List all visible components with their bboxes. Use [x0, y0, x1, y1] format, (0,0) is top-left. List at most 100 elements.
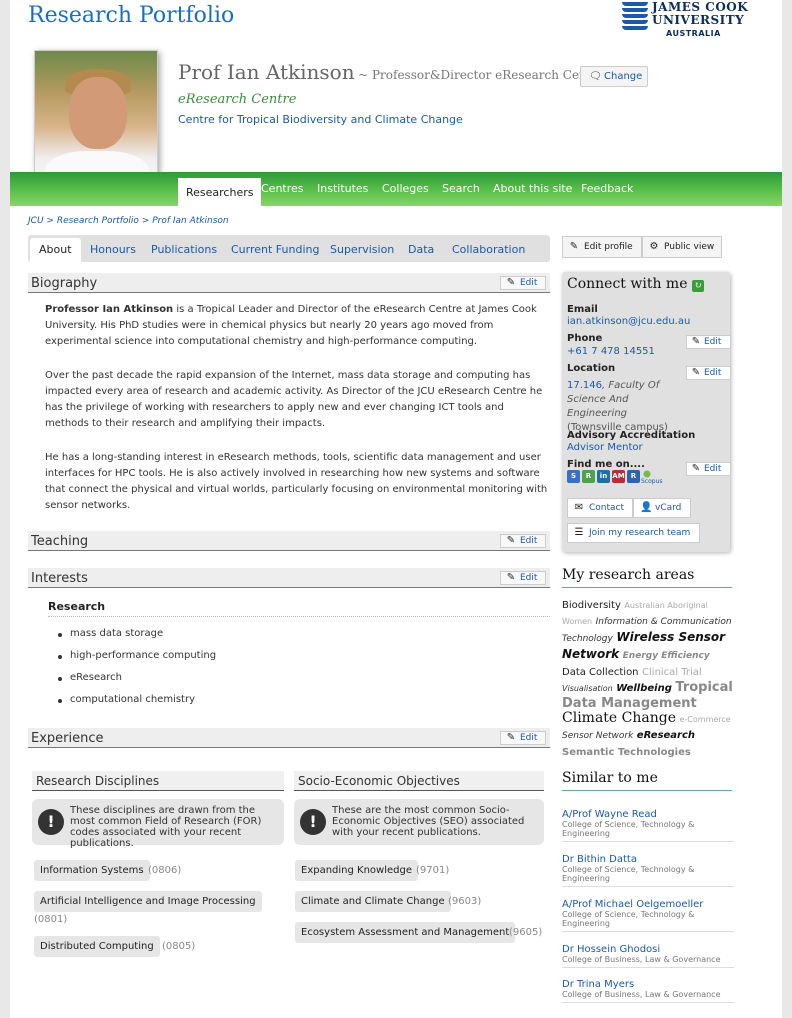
discipline-pill[interactable]: Artificial Intelligence and Image Proces… — [34, 891, 262, 912]
public-view-button[interactable]: ⚙ Public view — [642, 236, 722, 258]
phone-link[interactable]: +61 7 478 14551 — [567, 346, 655, 357]
contact-button[interactable]: ✉ Contact — [567, 498, 633, 518]
experience-edit-button[interactable]: ✎ Edit — [500, 731, 546, 745]
breadcrumb-current[interactable]: Prof Ian Atkinson — [152, 216, 228, 226]
advisory-link[interactable]: Advisor Mentor — [567, 442, 643, 453]
location-value: 17.146, Faculty Of Science And Engineeri… — [567, 380, 668, 433]
tab-current-funding[interactable]: Current Funding — [231, 243, 319, 256]
pencil-icon: ✎ — [506, 572, 516, 583]
research-area-tag[interactable]: eResearch — [637, 730, 695, 741]
interests-heading: Interests — [31, 571, 88, 586]
similar-college: College of Science, Technology & Enginee… — [562, 820, 695, 838]
research-area-tag[interactable]: Semantic Technologies — [562, 747, 691, 758]
similar-name-link[interactable]: A/Prof Wayne Read — [562, 809, 657, 820]
profile-tabs: About Honours Publications Current Fundi… — [28, 235, 550, 262]
seo-panel: Socio-Economic Objectives ! These are th… — [294, 771, 544, 845]
nav-feedback[interactable]: Feedback — [581, 182, 633, 195]
breadcrumb-jcu[interactable]: JCU — [28, 216, 44, 226]
location-room-link[interactable]: 17.146 — [567, 380, 602, 391]
site-title[interactable]: Research Portfolio — [28, 3, 234, 28]
nav-centres[interactable]: Centres — [261, 182, 304, 195]
experience-section-header: Experience ✎ Edit — [28, 728, 550, 748]
discipline-pill[interactable]: Information Systems — [34, 860, 150, 881]
nav-search[interactable]: Search — [442, 182, 480, 195]
profile-name: Prof Ian Atkinson — [178, 60, 355, 84]
envelope-icon: ✉ — [574, 502, 584, 513]
disciplines-note: ! These disciplines are drawn from the m… — [32, 799, 284, 849]
teaching-edit-button[interactable]: ✎ Edit — [500, 534, 546, 548]
list-item: computational chemistry — [54, 694, 216, 716]
research-area-tag[interactable]: Climate Change — [562, 710, 676, 726]
seo-pill[interactable]: Ecosystem Assessment and Management — [295, 922, 516, 943]
similar-college: College of Science, Technology & Enginee… — [562, 910, 695, 928]
logo-line-3: AUSTRALIA — [666, 29, 721, 38]
breadcrumb-portfolio[interactable]: Research Portfolio — [57, 216, 139, 226]
email-link[interactable]: ian.atkinson@jcu.edu.au — [567, 316, 690, 327]
similar-item: Dr Hossein Ghodosi College of Business, L… — [562, 942, 734, 968]
org-secondary-link[interactable]: Centre for Tropical Biodiversity and Cli… — [178, 113, 463, 126]
nav-researchers[interactable]: Researchers — [178, 178, 262, 206]
discipline-code: (0806) — [148, 865, 182, 876]
pencil-icon: ✎ — [691, 463, 701, 474]
biography-paragraph-2: Over the past decade the rapid expansion… — [45, 370, 543, 429]
similar-name-link[interactable]: Dr Hossein Ghodosi — [562, 944, 660, 955]
teaching-section-header: Teaching ✎ Edit — [28, 531, 550, 551]
research-area-tag[interactable]: Energy Efficiency — [623, 651, 710, 661]
interests-edit-button[interactable]: ✎ Edit — [500, 571, 546, 585]
researcherid-icon[interactable]: R — [627, 470, 640, 483]
research-area-tag[interactable]: Biodiversity — [562, 600, 621, 611]
org-primary[interactable]: eResearch Centre — [178, 92, 296, 107]
research-area-tag[interactable]: e-Commerce — [680, 715, 731, 724]
nav-institutes[interactable]: Institutes — [317, 182, 368, 195]
join-team-button[interactable]: ☰ Join my research team — [567, 523, 700, 543]
research-interests-heading: Research — [48, 600, 550, 617]
social-edit-button[interactable]: ✎ Edit — [686, 462, 731, 476]
seo-heading: Socio-Economic Objectives — [294, 771, 544, 791]
research-area-tag[interactable]: Wellbeing — [616, 683, 672, 694]
tab-publications[interactable]: Publications — [151, 243, 217, 256]
nav-about[interactable]: About this site — [493, 182, 572, 195]
breadcrumb: JCU > Research Portfolio > Prof Ian Atki… — [28, 216, 229, 226]
university-logo[interactable]: JAMES COOK UNIVERSITY AUSTRALIA — [622, 0, 762, 42]
similar-item: A/Prof Michael Oelgemoeller College of Sc… — [562, 897, 734, 932]
seo-pill[interactable]: Climate and Climate Change — [295, 891, 451, 912]
email-label: Email — [567, 304, 598, 315]
change-label: Change — [604, 71, 643, 82]
biography-edit-button[interactable]: ✎ Edit — [500, 276, 546, 290]
research-area-tag[interactable]: Sensor Network — [562, 731, 633, 741]
refresh-icon[interactable]: ↻ — [691, 280, 704, 292]
pencil-icon: ✎ — [506, 277, 516, 288]
tab-supervision[interactable]: Supervision — [330, 243, 394, 256]
seo-note-text: These are the most common Socio-Economic… — [332, 805, 525, 838]
change-button[interactable]: 🗨 Change — [580, 66, 648, 87]
similar-name-link[interactable]: A/Prof Michael Oelgemoeller — [562, 899, 703, 910]
edit-profile-button[interactable]: ✎ Edit profile — [562, 236, 642, 258]
tab-data[interactable]: Data — [408, 243, 434, 256]
pencil-icon: ✎ — [569, 241, 579, 252]
location-edit-button[interactable]: ✎ Edit — [686, 366, 731, 380]
biography-section-header: Biography ✎ Edit — [28, 273, 550, 293]
list-item: eResearch — [54, 672, 216, 694]
phone-edit-button[interactable]: ✎ Edit — [686, 335, 731, 349]
tab-about[interactable]: About — [30, 238, 81, 262]
research-area-tag[interactable]: Visualisation — [562, 684, 613, 693]
similar-name-link[interactable]: Dr Trina Myers — [562, 979, 634, 990]
discipline-pill[interactable]: Distributed Computing — [34, 936, 160, 957]
research-area-tag[interactable]: Data Collection — [562, 667, 639, 678]
vcard-button[interactable]: 👤 vCard — [633, 498, 691, 518]
researchgate-icon[interactable]: R — [582, 470, 595, 483]
academia-icon[interactable]: AM — [612, 470, 625, 483]
profile-title: ~ Professor&Director eResearch Centre — [358, 68, 605, 82]
main-nav: Researchers Centres Institutes Colleges … — [10, 172, 782, 206]
research-area-tag[interactable]: Clinical Trial — [642, 667, 702, 678]
similar-name-link[interactable]: Dr Bithin Datta — [562, 854, 637, 865]
scholar-icon[interactable]: S — [567, 470, 580, 483]
exclamation-icon: ! — [300, 809, 326, 835]
seo-code: (9603) — [448, 896, 482, 907]
seo-pill[interactable]: Expanding Knowledge — [295, 860, 419, 881]
linkedin-icon[interactable]: in — [597, 470, 610, 483]
nav-colleges[interactable]: Colleges — [382, 182, 429, 195]
scopus-icon[interactable]: Scopus — [641, 470, 663, 485]
tab-honours[interactable]: Honours — [90, 243, 136, 256]
tab-collaboration[interactable]: Collaboration — [452, 243, 525, 256]
